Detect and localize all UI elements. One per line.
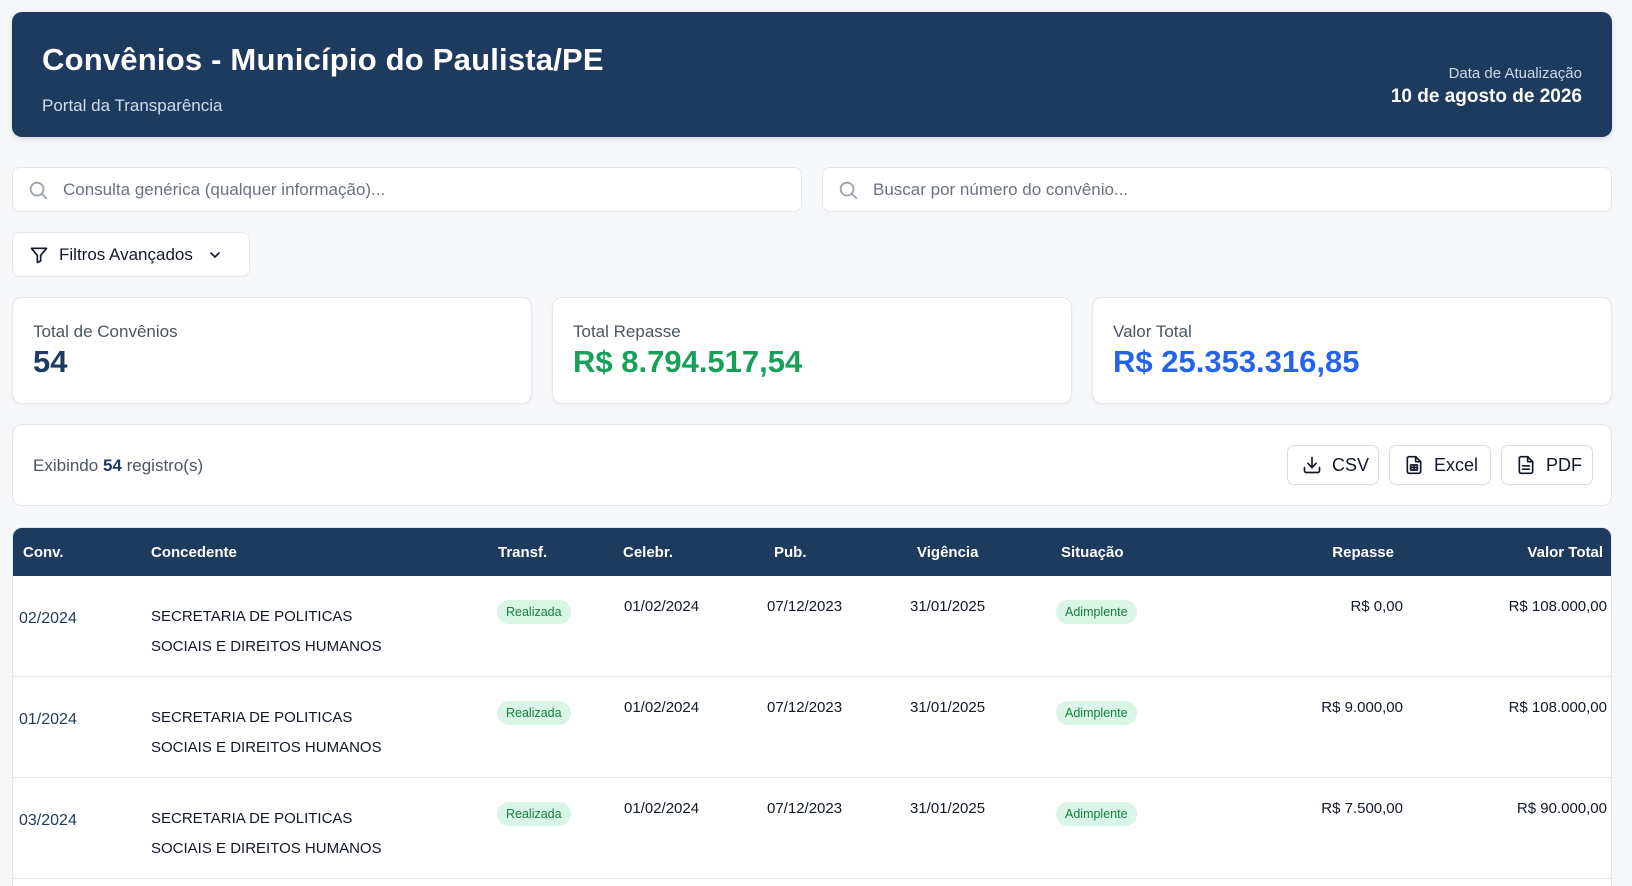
chevron-down-icon — [207, 247, 223, 263]
page-subtitle: Portal da Transparência — [42, 96, 223, 115]
export-csv-label: CSV — [1332, 454, 1370, 475]
transf-badge: Realizada — [497, 701, 571, 725]
total-repasse-label: Total Repasse — [573, 322, 681, 341]
total-convenios-card: Total de Convênios 54 — [12, 297, 532, 404]
col-conv[interactable]: Conv. — [23, 544, 64, 561]
valor-total-card: Valor Total R$ 25.353.316,85 — [1092, 297, 1612, 404]
update-label: Data de Atualização — [1448, 65, 1582, 82]
status-badge: Adimplente — [1056, 600, 1137, 624]
row-conv: 02/2024 — [19, 610, 77, 627]
row-valor-total: R$ 108.000,00 — [1508, 598, 1607, 615]
total-convenios-label: Total de Convênios — [33, 322, 178, 341]
convenios-table: Conv. Concedente Transf. Celebr. Pub. Vi… — [12, 527, 1612, 886]
record-count-value: 54 — [102, 456, 122, 475]
row-valor-total: R$ 108.000,00 — [1508, 699, 1607, 716]
total-repasse-value: R$ 8.794.517,54 — [573, 344, 803, 379]
page: Convênios - Município do Paulista/PE Por… — [0, 0, 1632, 886]
export-csv-button[interactable]: CSV — [1287, 445, 1379, 485]
status-badge: Adimplente — [1056, 802, 1137, 826]
row-vigencia: 31/01/2025 — [910, 598, 986, 615]
number-search-box — [822, 167, 1612, 212]
row-concedente: SECRETARIA DE POLITICAS SOCIAIS E DIREIT… — [151, 602, 431, 662]
search-icon — [837, 179, 859, 201]
table-row[interactable]: 01/2024 SECRETARIA DE POLITICAS SOCIAIS … — [13, 677, 1611, 778]
page-title: Convênios - Município do Paulista/PE — [42, 42, 604, 77]
row-celebr: 01/02/2024 — [624, 699, 700, 716]
row-repasse: R$ 0,00 — [1350, 598, 1403, 615]
row-concedente-line: SOCIAIS E DIREITOS HUMANOS — [151, 739, 382, 756]
row-celebr: 01/02/2024 — [624, 598, 700, 615]
row-pub: 07/12/2023 — [767, 598, 843, 615]
row-concedente: SECRETARIA DE POLITICAS SOCIAIS E DIREIT… — [151, 703, 431, 763]
col-repasse[interactable]: Repasse — [1332, 544, 1394, 561]
search-icon — [27, 179, 49, 201]
download-icon — [1302, 455, 1322, 475]
row-repasse: R$ 9.000,00 — [1321, 699, 1403, 716]
record-count-prefix: Exibindo — [33, 456, 99, 475]
record-count: Exibindo 54 registro(s) — [33, 456, 203, 476]
generic-search-box — [12, 167, 802, 212]
valor-total-label: Valor Total — [1113, 322, 1192, 341]
advanced-filters-label: Filtros Avançados — [59, 244, 193, 264]
transf-badge: Realizada — [497, 600, 571, 624]
export-pdf-label: PDF — [1546, 454, 1582, 475]
row-valor-total: R$ 90.000,00 — [1516, 800, 1607, 817]
total-convenios-value: 54 — [33, 344, 68, 379]
document-icon — [1516, 455, 1536, 475]
row-concedente-line: SECRETARIA DE POLITICAS — [151, 709, 353, 726]
row-celebr: 01/02/2024 — [624, 800, 700, 817]
page-header: Convênios - Município do Paulista/PE Por… — [12, 12, 1612, 137]
generic-search-input[interactable] — [63, 179, 763, 200]
row-concedente-line: SECRETARIA DE POLITICAS — [151, 810, 353, 827]
table-row[interactable]: 02/2024 SECRETARIA DE POLITICAS SOCIAIS … — [13, 576, 1611, 677]
advanced-filters-button[interactable]: Filtros Avançados — [12, 232, 250, 277]
row-pub: 07/12/2023 — [767, 800, 843, 817]
row-conv: 01/2024 — [19, 711, 77, 728]
record-count-suffix: registro(s) — [126, 456, 204, 475]
results-toolbar: Exibindo 54 registro(s) CSV Excel PDF — [12, 424, 1612, 506]
col-pub[interactable]: Pub. — [774, 544, 807, 561]
spreadsheet-icon — [1404, 455, 1424, 475]
number-search-input[interactable] — [873, 179, 1573, 200]
filter-icon — [29, 245, 49, 265]
table-header: Conv. Concedente Transf. Celebr. Pub. Vi… — [13, 528, 1611, 576]
status-badge: Adimplente — [1056, 701, 1137, 725]
total-repasse-card: Total Repasse R$ 8.794.517,54 — [552, 297, 1072, 404]
col-valor-total[interactable]: Valor Total — [1527, 544, 1603, 561]
row-concedente-line: SOCIAIS E DIREITOS HUMANOS — [151, 638, 382, 655]
col-celebr[interactable]: Celebr. — [623, 544, 673, 561]
export-pdf-button[interactable]: PDF — [1501, 445, 1593, 485]
col-concedente[interactable]: Concedente — [151, 544, 237, 561]
col-vigencia[interactable]: Vigência — [917, 544, 978, 561]
transf-badge: Realizada — [497, 802, 571, 826]
row-pub: 07/12/2023 — [767, 699, 843, 716]
update-date: 10 de agosto de 2026 — [1390, 86, 1582, 107]
row-concedente-line: SOCIAIS E DIREITOS HUMANOS — [151, 840, 382, 857]
col-transf[interactable]: Transf. — [498, 544, 547, 561]
row-repasse: R$ 7.500,00 — [1321, 800, 1403, 817]
valor-total-value: R$ 25.353.316,85 — [1113, 344, 1360, 379]
export-excel-button[interactable]: Excel — [1389, 445, 1491, 485]
row-concedente: SECRETARIA DE POLITICAS SOCIAIS E DIREIT… — [151, 804, 431, 864]
row-conv: 03/2024 — [19, 812, 77, 829]
row-vigencia: 31/01/2025 — [910, 800, 986, 817]
export-excel-label: Excel — [1434, 454, 1479, 475]
row-concedente-line: SECRETARIA DE POLITICAS — [151, 608, 353, 625]
col-situacao[interactable]: Situação — [1061, 544, 1124, 561]
row-vigencia: 31/01/2025 — [910, 699, 986, 716]
table-row[interactable]: 03/2024 SECRETARIA DE POLITICAS SOCIAIS … — [13, 778, 1611, 879]
